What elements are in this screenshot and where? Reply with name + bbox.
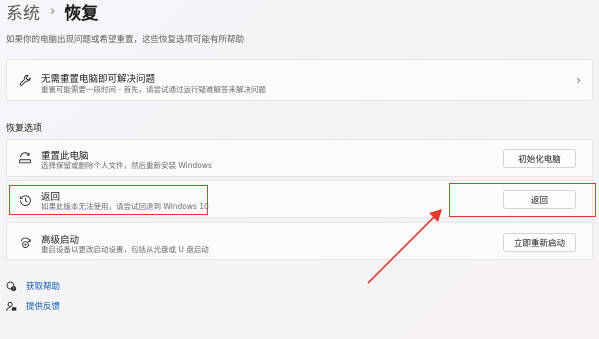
wrench-icon bbox=[18, 73, 32, 87]
reset-pc-description: 选择保留或删除个人文件，然后重新安装 Windows bbox=[41, 161, 212, 170]
troubleshoot-description: 重置可能需要一段时间 - 首先，请尝试通过运行疑难解答来解决问题 bbox=[41, 85, 266, 94]
page-description: 如果你的电脑出现问题或希望重置，这些恢复选项可能有所帮助 bbox=[6, 35, 245, 45]
troubleshoot-card[interactable]: 无需重置电脑即可解决问题 重置可能需要一段时间 - 首先，请尝试通过运行疑难解答… bbox=[6, 59, 593, 101]
page-title: 恢复 bbox=[64, 3, 99, 24]
go-back-description: 如果此版本无法使用，请尝试回退到 Windows 10 bbox=[41, 202, 209, 211]
give-feedback-link[interactable]: 提供反馈 bbox=[6, 300, 60, 312]
go-back-button[interactable]: 返回 bbox=[503, 190, 576, 209]
give-feedback-label[interactable]: 提供反馈 bbox=[26, 300, 60, 312]
go-back-card: 返回 如果此版本无法使用，请尝试回退到 Windows 10 返回 bbox=[6, 180, 593, 218]
reset-pc-icon bbox=[18, 151, 32, 165]
get-help-link[interactable]: ? 获取帮助 bbox=[6, 280, 60, 292]
get-help-label[interactable]: 获取帮助 bbox=[26, 280, 60, 292]
restart-now-button[interactable]: 立即重新启动 bbox=[503, 233, 576, 252]
breadcrumb-separator-icon: › bbox=[50, 3, 56, 19]
troubleshoot-title: 无需重置电脑即可解决问题 bbox=[41, 74, 156, 85]
reset-pc-button[interactable]: 初始化电脑 bbox=[503, 149, 576, 168]
advanced-startup-card: 高级启动 重启设备以更改启动设置，包括从光盘或 U 盘启动 立即重新启动 bbox=[6, 222, 593, 260]
help-icon: ? bbox=[6, 281, 17, 292]
history-icon bbox=[18, 193, 32, 207]
advanced-startup-description: 重启设备以更改启动设置，包括从光盘或 U 盘启动 bbox=[41, 245, 209, 254]
advanced-startup-icon bbox=[18, 235, 32, 249]
svg-text:?: ? bbox=[13, 285, 15, 290]
chevron-right-icon: › bbox=[576, 73, 581, 87]
breadcrumb-parent[interactable]: 系统 bbox=[6, 0, 40, 24]
feedback-icon bbox=[6, 301, 17, 312]
breadcrumb: 系统 › 恢复 bbox=[6, 0, 98, 24]
reset-pc-card: 重置此电脑 选择保留或删除个人文件，然后重新安装 Windows 初始化电脑 bbox=[6, 139, 593, 177]
section-title: 恢复选项 bbox=[6, 124, 43, 134]
